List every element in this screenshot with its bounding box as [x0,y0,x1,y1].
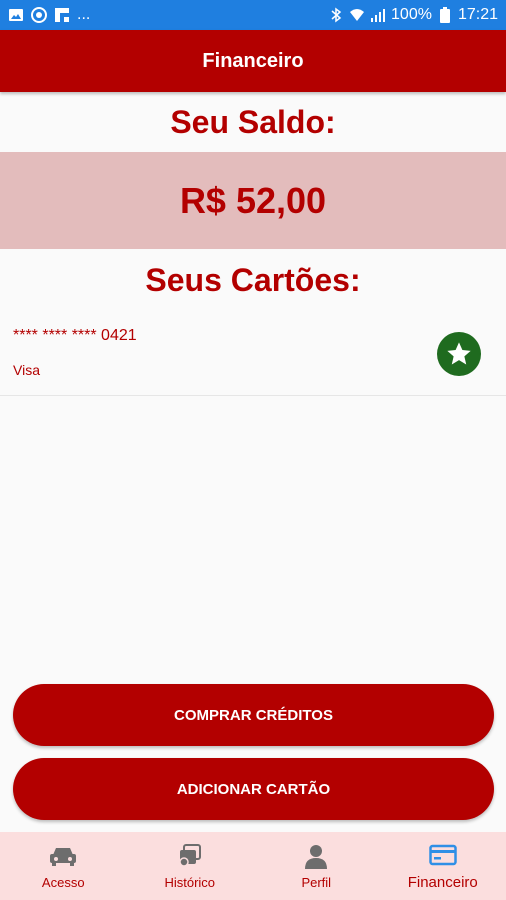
card-brand: Visa [13,362,40,378]
status-time: 17:21 [457,6,498,23]
star-icon[interactable] [437,332,481,376]
card-number: **** **** **** 0421 [13,327,137,344]
app-bar: Financeiro [0,30,506,92]
balance-value: R$ 52,00 [179,179,327,221]
card-list-item[interactable]: **** **** **** 0421 Visa [0,316,506,396]
bottom-nav: Acesso Histórico Perfil Financeiro [0,832,506,900]
nav-label-financeiro: Financeiro [407,873,478,891]
nav-label-historico: Histórico [164,874,216,890]
add-card-button[interactable]: ADICIONAR CARTÃO [13,758,494,820]
signal-icon [370,7,386,23]
buy-credits-button[interactable]: COMPRAR CRÉDITOS [13,684,494,746]
status-bar: ... 100% 17:21 [0,0,506,30]
nav-label-perfil: Perfil [301,874,332,890]
nav-item-historico[interactable]: Histórico [127,832,254,900]
target-icon [31,7,47,23]
bluetooth-icon [328,7,344,23]
battery-icon [437,7,453,23]
page-title: Financeiro [202,49,304,72]
status-overflow: ... [77,6,91,23]
wifi-icon [349,7,365,23]
image-icon [8,7,24,23]
balance-box: R$ 52,00 [0,152,506,249]
car-icon [48,843,78,869]
person-icon [301,843,331,869]
nav-item-acesso[interactable]: Acesso [0,832,127,900]
nav-item-financeiro[interactable]: Financeiro [380,832,506,900]
status-left: ... [8,6,90,24]
nav-label-acesso: Acesso [41,874,85,890]
history-icon [175,843,205,869]
balance-title: Seu Saldo: [170,104,336,140]
flipboard-icon [54,7,70,23]
nav-item-perfil[interactable]: Perfil [253,832,380,900]
status-right: 100% 17:21 [328,6,498,24]
card-icon [428,842,458,868]
battery-percent: 100% [391,6,432,23]
cards-title: Seus Cartões: [145,262,361,298]
